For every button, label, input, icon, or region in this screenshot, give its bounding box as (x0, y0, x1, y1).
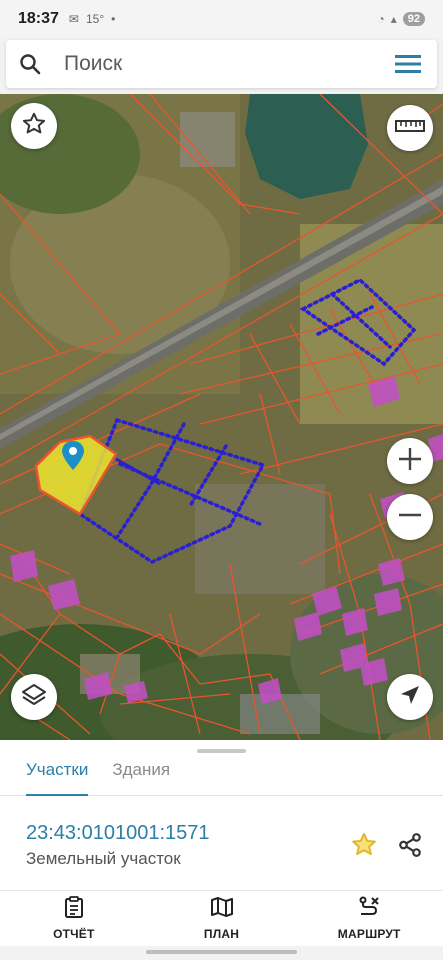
star-icon[interactable] (348, 829, 380, 861)
nav-plan[interactable]: ПЛАН (148, 891, 296, 946)
signal-icon: ▴ (390, 12, 397, 26)
navigation-arrow-icon (399, 684, 421, 711)
hamburger-menu-icon[interactable] (379, 40, 437, 88)
map-view[interactable] (0, 94, 443, 740)
parcel-bottom-sheet[interactable]: Участки Здания 23:43:0101001:1571 Земель… (0, 740, 443, 890)
minus-icon (397, 502, 423, 533)
search-input[interactable]: Поиск (54, 52, 379, 76)
status-notification-icons: ✉ 15° • (69, 12, 115, 26)
map-icon (210, 896, 234, 923)
plus-icon (397, 446, 423, 477)
share-icon[interactable] (394, 829, 426, 861)
search-bar[interactable]: Поиск (6, 40, 437, 88)
status-system-icons: ◔ ▴ 92 (377, 12, 425, 26)
route-icon (357, 896, 381, 923)
tab-buildings[interactable]: Здания (112, 754, 170, 796)
status-time: 18:37 (18, 10, 59, 27)
layers-button[interactable] (11, 674, 57, 720)
clipboard-icon (63, 896, 85, 923)
nav-route-label: МАРШРУТ (337, 927, 401, 941)
favorites-button[interactable] (11, 103, 57, 149)
satellite-map[interactable] (0, 94, 443, 740)
status-bar: 18:37 ✉ 15° • ◔ ▴ 92 (0, 0, 443, 38)
parcel-cadastral-number[interactable]: 23:43:0101001:1571 (26, 822, 210, 845)
system-navigation-bar (0, 946, 443, 960)
wifi-icon: ◔ (377, 12, 385, 26)
nav-plan-label: ПЛАН (203, 927, 240, 941)
nav-report-label: ОТЧЁТ (53, 927, 95, 941)
layers-icon (21, 682, 47, 713)
my-location-button[interactable] (387, 674, 433, 720)
parcel-type: Земельный участок (26, 849, 181, 868)
tab-parcels[interactable]: Участки (26, 754, 89, 796)
bottom-navigation: ОТЧЁТ ПЛАН МАРШРУТ (0, 890, 443, 946)
home-gesture-pill[interactable] (146, 950, 297, 954)
zoom-out-button[interactable] (387, 494, 433, 540)
ruler-icon (395, 118, 425, 139)
star-outline-icon (21, 111, 47, 142)
message-icon: ✉ (68, 12, 79, 26)
zoom-in-button[interactable] (387, 438, 433, 484)
sheet-tabs: Участки Здания (0, 754, 443, 796)
ruler-button[interactable] (387, 105, 433, 151)
battery-indicator: 92 (402, 12, 425, 26)
status-temperature: 15° (85, 12, 105, 26)
nav-route[interactable]: МАРШРУТ (295, 891, 443, 946)
sheet-drag-handle[interactable] (197, 749, 246, 753)
nav-report[interactable]: ОТЧЁТ (0, 891, 148, 946)
dot-icon: • (111, 12, 116, 26)
search-icon[interactable] (6, 40, 54, 88)
